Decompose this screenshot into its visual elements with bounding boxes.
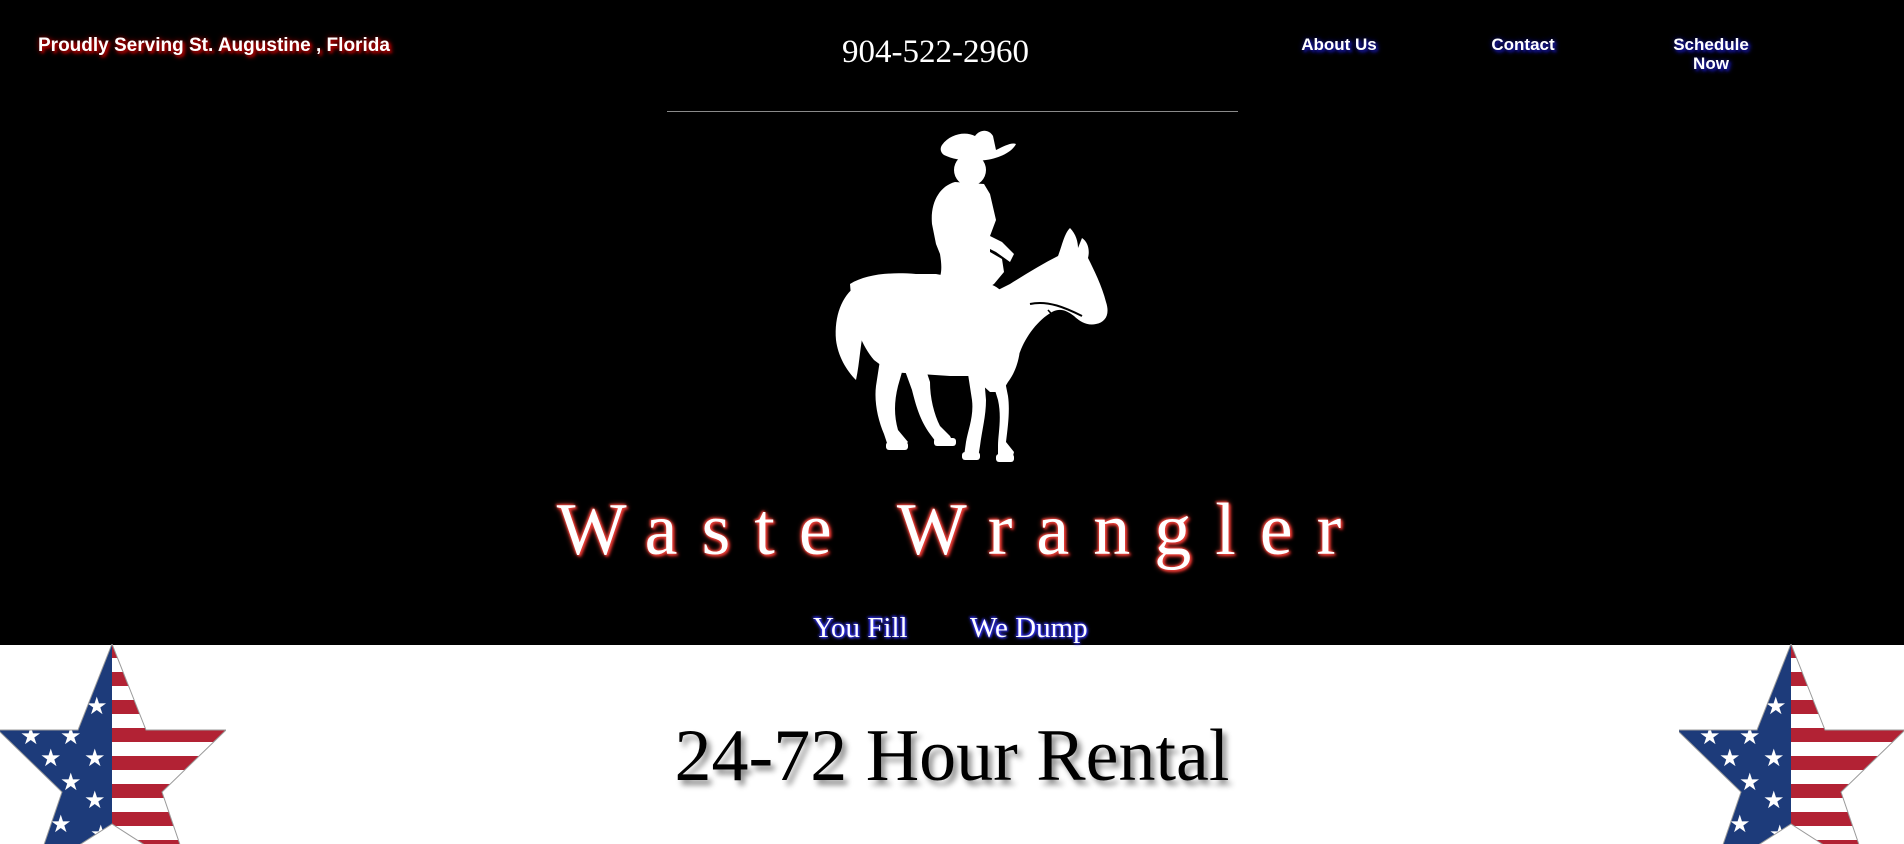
- svg-text:★: ★: [50, 810, 72, 838]
- hero-section: Proudly Serving St. Augustine , Florida …: [0, 0, 1904, 645]
- tagline-we-dump: We Dump: [970, 612, 1088, 644]
- phone-number: 904-522-2960: [842, 34, 1029, 70]
- brand-name: Waste Wrangler: [556, 489, 1366, 571]
- svg-text:★: ★: [1769, 820, 1791, 844]
- nav-about-us[interactable]: About Us: [1299, 35, 1379, 54]
- nav-schedule-now[interactable]: Schedule Now: [1671, 35, 1751, 73]
- cowboy-horse-logo-icon: [835, 130, 1108, 462]
- tagline-you-fill: You Fill: [813, 612, 908, 644]
- rental-heading: 24-72 Hour Rental: [674, 715, 1230, 797]
- service-area-text: Proudly Serving St. Augustine , Florida: [38, 35, 390, 56]
- nav-contact[interactable]: Contact: [1491, 35, 1555, 54]
- header-divider: [667, 111, 1238, 112]
- svg-text:★: ★: [1729, 810, 1751, 838]
- svg-text:★: ★: [90, 820, 112, 844]
